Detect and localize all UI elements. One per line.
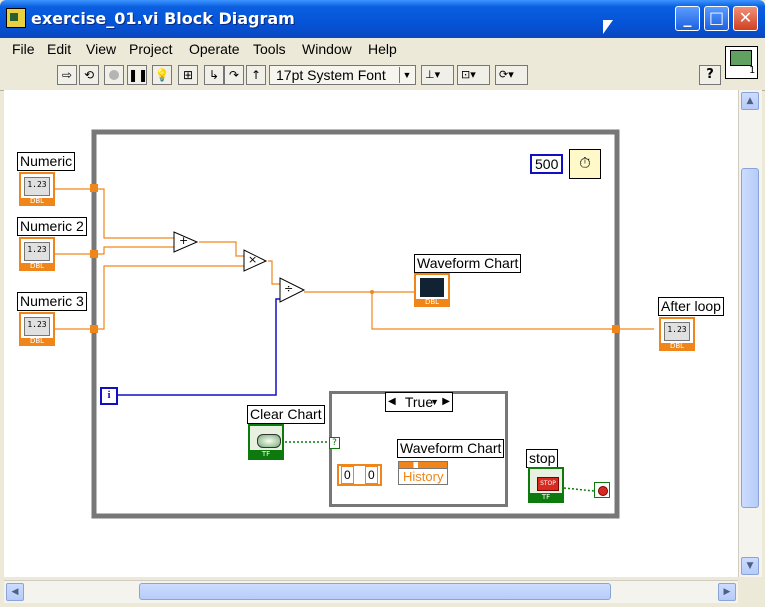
menu-project[interactable]: Project <box>129 41 173 57</box>
horizontal-scroll-thumb[interactable] <box>139 583 611 600</box>
numeric-value: 1.23 <box>24 177 50 196</box>
tunnel-after-loop <box>612 325 620 333</box>
chevron-left-icon[interactable]: ◀ <box>388 393 396 411</box>
iteration-terminal[interactable]: i <box>100 387 118 405</box>
close-button[interactable]: ✕ <box>733 6 758 31</box>
maximize-button[interactable]: □ <box>704 6 729 31</box>
menu-help[interactable]: Help <box>368 41 397 57</box>
block-diagram-canvas[interactable]: + × ÷ Numeric 1.23 DBL Numeric 2 1.23 DB… <box>4 90 738 577</box>
case-structure[interactable]: ◀ True ▼ ▶ ? Waveform Chart 0 0 History <box>329 391 508 507</box>
vertical-scrollbar[interactable]: ▲ ▼ <box>738 90 762 577</box>
menu-tools[interactable]: Tools <box>253 41 286 57</box>
vertical-scroll-thumb[interactable] <box>741 168 759 508</box>
numeric-type: DBL <box>21 198 53 205</box>
run-continuously-icon[interactable]: ⟲ <box>79 65 99 85</box>
history-cluster-constant[interactable]: 0 0 <box>337 464 382 486</box>
clear-chart-label[interactable]: Clear Chart <box>247 405 325 424</box>
retain-wire-values-icon[interactable]: ⊞ <box>178 65 198 85</box>
scroll-down-icon[interactable]: ▼ <box>741 557 759 575</box>
divide-symbol: ÷ <box>284 282 294 295</box>
clear-chart-terminal[interactable]: TF <box>248 424 284 460</box>
cluster-value-2: 0 <box>365 466 378 484</box>
tunnel-numeric-3 <box>90 325 98 333</box>
toolbar: ⇨ ⟲ ❚❚ 💡 ⊞ ↳ ↷ ↑ 17pt System Font ▼ ⊥▾ ⊡… <box>0 62 765 91</box>
vi-app-icon[interactable] <box>6 8 26 28</box>
align-objects-icon[interactable]: ⊥▾ <box>421 65 454 85</box>
step-out-icon[interactable]: ↑ <box>246 65 266 85</box>
scroll-left-icon[interactable]: ◀ <box>6 583 24 601</box>
horizontal-scrollbar[interactable]: ◀ ▶ <box>4 580 738 603</box>
chart-screen-icon <box>420 278 444 297</box>
reorder-icon[interactable]: ⟳▾ <box>495 65 528 85</box>
menu-view[interactable]: View <box>86 41 116 57</box>
cluster-value-1: 0 <box>341 466 354 484</box>
font-selector-value: 17pt System Font <box>276 67 386 83</box>
menu-operate[interactable]: Operate <box>189 41 240 57</box>
menu-bar: File Edit View Project Operate Tools Win… <box>0 38 765 62</box>
pause-icon[interactable]: ❚❚ <box>127 65 148 85</box>
wait-timer-icon[interactable]: ⏱ <box>569 149 601 179</box>
numeric-2-terminal[interactable]: 1.23 DBL <box>19 237 55 271</box>
scroll-right-icon[interactable]: ▶ <box>718 583 736 601</box>
property-node-label[interactable]: Waveform Chart <box>397 439 505 458</box>
after-loop-label[interactable]: After loop <box>658 297 724 316</box>
after-loop-type: DBL <box>661 343 693 350</box>
chevron-down-icon: ▼ <box>399 67 414 83</box>
led-icon <box>257 434 281 448</box>
numeric-2-value: 1.23 <box>24 242 50 261</box>
property-history: History <box>403 469 444 484</box>
step-over-icon[interactable]: ↷ <box>224 65 244 85</box>
numeric-3-type: DBL <box>21 338 53 345</box>
numeric-label[interactable]: Numeric <box>17 152 76 171</box>
chevron-right-icon[interactable]: ▶ <box>442 393 450 411</box>
minimize-button[interactable]: _ <box>675 6 700 31</box>
chevron-down-icon[interactable]: ▼ <box>430 393 439 411</box>
property-node-header <box>399 462 447 469</box>
step-into-icon[interactable]: ↳ <box>204 65 224 85</box>
property-node[interactable]: History <box>398 461 448 485</box>
stop-label[interactable]: stop <box>526 449 559 468</box>
font-selector[interactable]: 17pt System Font ▼ <box>269 65 416 85</box>
case-selector[interactable]: ◀ True ▼ ▶ <box>385 392 453 412</box>
window-title: exercise_01.vi Block Diagram <box>31 9 295 28</box>
case-selector-terminal[interactable]: ? <box>329 437 340 449</box>
after-loop-value: 1.23 <box>664 322 690 341</box>
mouse-cursor-icon <box>603 20 613 34</box>
vi-icon-graphic <box>730 50 752 66</box>
distribute-objects-icon[interactable]: ⊡▾ <box>457 65 490 85</box>
numeric-terminal[interactable]: 1.23 DBL <box>19 172 55 206</box>
vi-icon-number: 1 <box>748 65 755 76</box>
menu-file[interactable]: File <box>12 41 35 57</box>
clear-chart-type: TF <box>250 450 282 458</box>
waveform-chart-label[interactable]: Waveform Chart <box>414 254 522 273</box>
scroll-up-icon[interactable]: ▲ <box>741 92 759 110</box>
menu-edit[interactable]: Edit <box>47 41 71 57</box>
numeric-3-terminal[interactable]: 1.23 DBL <box>19 312 55 346</box>
tunnel-numeric <box>90 184 98 192</box>
abort-icon[interactable] <box>104 65 124 85</box>
add-symbol: + <box>179 234 189 247</box>
numeric-2-label[interactable]: Numeric 2 <box>17 217 87 236</box>
tunnel-numeric-2 <box>90 250 98 258</box>
numeric-3-label[interactable]: Numeric 3 <box>17 292 87 311</box>
highlight-execution-icon[interactable]: 💡 <box>152 65 172 85</box>
waveform-chart-terminal[interactable]: DBL <box>414 273 450 307</box>
loop-condition-terminal[interactable] <box>594 482 610 498</box>
run-arrow-icon[interactable]: ⇨ <box>57 65 77 85</box>
numeric-2-type: DBL <box>21 263 53 270</box>
stop-type: TF <box>530 493 562 501</box>
labview-window: exercise_01.vi Block Diagram _ □ ✕ File … <box>0 0 765 607</box>
after-loop-terminal[interactable]: 1.23 DBL <box>659 317 695 351</box>
multiply-symbol: × <box>248 253 258 266</box>
case-selector-value: True <box>404 394 434 410</box>
wait-ms-constant[interactable]: 500 <box>530 154 564 174</box>
menu-window[interactable]: Window <box>302 41 352 57</box>
context-help-button[interactable]: ? <box>699 65 721 85</box>
title-bar[interactable]: exercise_01.vi Block Diagram _ □ ✕ <box>0 0 765 38</box>
numeric-3-value: 1.23 <box>24 317 50 336</box>
stop-terminal[interactable]: STOP TF <box>528 467 564 503</box>
vi-connector-icon[interactable]: 1 <box>725 46 758 79</box>
waveform-chart-type: DBL <box>416 299 448 306</box>
stop-button-icon: STOP <box>537 477 559 491</box>
